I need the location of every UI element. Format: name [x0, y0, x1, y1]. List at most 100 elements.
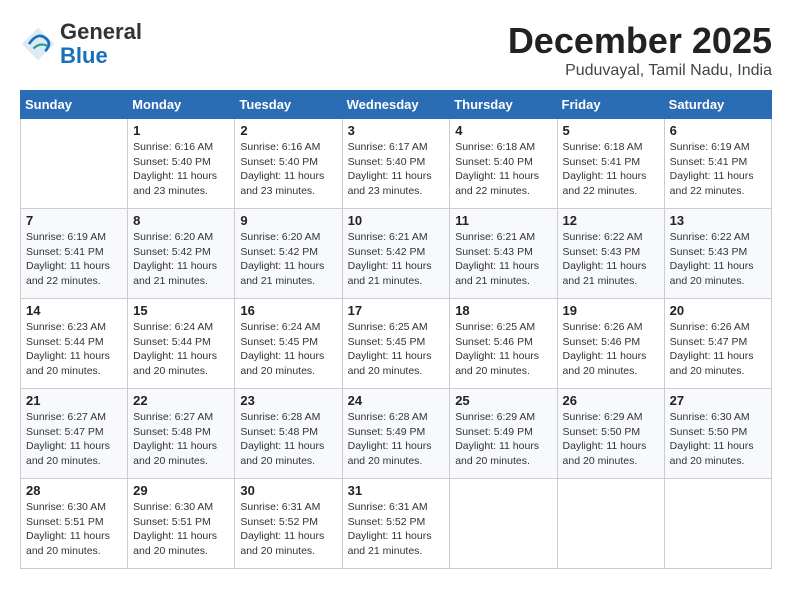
calendar-cell: 6 Sunrise: 6:19 AM Sunset: 5:41 PM Daylig…	[664, 119, 771, 209]
calendar-cell: 28 Sunrise: 6:30 AM Sunset: 5:51 PM Dayli…	[21, 479, 128, 569]
calendar-cell: 2Sunrise: 6:16 AM Sunset: 5:40 PM Daylig…	[235, 119, 342, 209]
day-number: 30	[240, 483, 336, 498]
calendar-cell: 21 Sunrise: 6:27 AM Sunset: 5:47 PM Dayli…	[21, 389, 128, 479]
logo-icon	[20, 26, 56, 62]
day-number: 27	[670, 393, 766, 408]
day-info: Sunrise: 6:21 AM Sunset: 5:42 PM Dayligh…	[348, 230, 445, 289]
day-number: 18	[455, 303, 551, 318]
day-info: Sunrise: 6:25 AM Sunset: 5:46 PM Dayligh…	[455, 320, 551, 379]
calendar-cell	[450, 479, 557, 569]
day-number: 20	[670, 303, 766, 318]
day-number: 17	[348, 303, 445, 318]
day-number: 4	[455, 123, 551, 138]
day-info: Sunrise: 6:23 AM Sunset: 5:44 PM Dayligh…	[26, 320, 122, 379]
calendar-body: 1 Sunrise: 6:16 AM Sunset: 5:40 PM Daylig…	[21, 119, 772, 569]
logo-blue: Blue	[60, 44, 142, 68]
day-info: Sunrise: 6:27 AM Sunset: 5:48 PM Dayligh…	[133, 410, 229, 469]
day-number: 6	[670, 123, 766, 138]
calendar-cell: 29Sunrise: 6:30 AM Sunset: 5:51 PM Dayli…	[128, 479, 235, 569]
day-info: Sunrise: 6:28 AM Sunset: 5:48 PM Dayligh…	[240, 410, 336, 469]
calendar-cell: 1 Sunrise: 6:16 AM Sunset: 5:40 PM Daylig…	[128, 119, 235, 209]
calendar-cell	[664, 479, 771, 569]
weekday-thursday: Thursday	[450, 91, 557, 119]
day-info: Sunrise: 6:24 AM Sunset: 5:45 PM Dayligh…	[240, 320, 336, 379]
day-info: Sunrise: 6:17 AM Sunset: 5:40 PM Dayligh…	[348, 140, 445, 199]
day-number: 28	[26, 483, 122, 498]
calendar-week-2: 7 Sunrise: 6:19 AM Sunset: 5:41 PM Daylig…	[21, 209, 772, 299]
calendar-cell: 9Sunrise: 6:20 AM Sunset: 5:42 PM Daylig…	[235, 209, 342, 299]
day-number: 22	[133, 393, 229, 408]
calendar-header: SundayMondayTuesdayWednesdayThursdayFrid…	[21, 91, 772, 119]
day-number: 11	[455, 213, 551, 228]
calendar-cell: 24 Sunrise: 6:28 AM Sunset: 5:49 PM Dayli…	[342, 389, 450, 479]
day-number: 15	[133, 303, 229, 318]
day-number: 14	[26, 303, 122, 318]
weekday-monday: Monday	[128, 91, 235, 119]
day-info: Sunrise: 6:30 AM Sunset: 5:51 PM Dayligh…	[26, 500, 122, 559]
day-info: Sunrise: 6:25 AM Sunset: 5:45 PM Dayligh…	[348, 320, 445, 379]
calendar-cell: 23Sunrise: 6:28 AM Sunset: 5:48 PM Dayli…	[235, 389, 342, 479]
day-number: 24	[348, 393, 445, 408]
calendar-cell: 7 Sunrise: 6:19 AM Sunset: 5:41 PM Daylig…	[21, 209, 128, 299]
day-number: 31	[348, 483, 445, 498]
weekday-wednesday: Wednesday	[342, 91, 450, 119]
location: Puduvayal, Tamil Nadu, India	[508, 62, 772, 80]
day-info: Sunrise: 6:26 AM Sunset: 5:47 PM Dayligh…	[670, 320, 766, 379]
weekday-saturday: Saturday	[664, 91, 771, 119]
day-info: Sunrise: 6:18 AM Sunset: 5:41 PM Dayligh…	[563, 140, 659, 199]
calendar-cell: 11 Sunrise: 6:21 AM Sunset: 5:43 PM Dayli…	[450, 209, 557, 299]
day-info: Sunrise: 6:22 AM Sunset: 5:43 PM Dayligh…	[563, 230, 659, 289]
calendar-cell: 12 Sunrise: 6:22 AM Sunset: 5:43 PM Dayli…	[557, 209, 664, 299]
day-number: 5	[563, 123, 659, 138]
calendar-cell	[557, 479, 664, 569]
day-number: 1	[133, 123, 229, 138]
calendar-cell	[21, 119, 128, 209]
calendar-cell: 19 Sunrise: 6:26 AM Sunset: 5:46 PM Dayli…	[557, 299, 664, 389]
calendar-cell: 26Sunrise: 6:29 AM Sunset: 5:50 PM Dayli…	[557, 389, 664, 479]
day-info: Sunrise: 6:19 AM Sunset: 5:41 PM Dayligh…	[670, 140, 766, 199]
calendar-week-3: 14 Sunrise: 6:23 AM Sunset: 5:44 PM Dayli…	[21, 299, 772, 389]
logo: General Blue	[20, 20, 142, 68]
day-info: Sunrise: 6:21 AM Sunset: 5:43 PM Dayligh…	[455, 230, 551, 289]
calendar-week-5: 28 Sunrise: 6:30 AM Sunset: 5:51 PM Dayli…	[21, 479, 772, 569]
calendar: SundayMondayTuesdayWednesdayThursdayFrid…	[20, 90, 772, 569]
logo-text: General Blue	[60, 20, 142, 68]
calendar-cell: 16 Sunrise: 6:24 AM Sunset: 5:45 PM Dayli…	[235, 299, 342, 389]
day-info: Sunrise: 6:19 AM Sunset: 5:41 PM Dayligh…	[26, 230, 122, 289]
day-info: Sunrise: 6:31 AM Sunset: 5:52 PM Dayligh…	[348, 500, 445, 559]
calendar-cell: 4Sunrise: 6:18 AM Sunset: 5:40 PM Daylig…	[450, 119, 557, 209]
day-info: Sunrise: 6:26 AM Sunset: 5:46 PM Dayligh…	[563, 320, 659, 379]
day-info: Sunrise: 6:22 AM Sunset: 5:43 PM Dayligh…	[670, 230, 766, 289]
calendar-cell: 13Sunrise: 6:22 AM Sunset: 5:43 PM Dayli…	[664, 209, 771, 299]
page-header: General Blue December 2025 Puduvayal, Ta…	[20, 20, 772, 80]
day-number: 7	[26, 213, 122, 228]
day-number: 29	[133, 483, 229, 498]
calendar-cell: 8Sunrise: 6:20 AM Sunset: 5:42 PM Daylig…	[128, 209, 235, 299]
calendar-cell: 10 Sunrise: 6:21 AM Sunset: 5:42 PM Dayli…	[342, 209, 450, 299]
day-info: Sunrise: 6:27 AM Sunset: 5:47 PM Dayligh…	[26, 410, 122, 469]
title-area: December 2025 Puduvayal, Tamil Nadu, Ind…	[508, 20, 772, 80]
day-number: 21	[26, 393, 122, 408]
day-info: Sunrise: 6:29 AM Sunset: 5:50 PM Dayligh…	[563, 410, 659, 469]
day-info: Sunrise: 6:28 AM Sunset: 5:49 PM Dayligh…	[348, 410, 445, 469]
logo-general: General	[60, 20, 142, 44]
day-number: 8	[133, 213, 229, 228]
day-number: 10	[348, 213, 445, 228]
day-info: Sunrise: 6:16 AM Sunset: 5:40 PM Dayligh…	[133, 140, 229, 199]
calendar-cell: 25Sunrise: 6:29 AM Sunset: 5:49 PM Dayli…	[450, 389, 557, 479]
calendar-cell: 5 Sunrise: 6:18 AM Sunset: 5:41 PM Daylig…	[557, 119, 664, 209]
calendar-cell: 22 Sunrise: 6:27 AM Sunset: 5:48 PM Dayli…	[128, 389, 235, 479]
weekday-sunday: Sunday	[21, 91, 128, 119]
day-info: Sunrise: 6:29 AM Sunset: 5:49 PM Dayligh…	[455, 410, 551, 469]
calendar-cell: 15Sunrise: 6:24 AM Sunset: 5:44 PM Dayli…	[128, 299, 235, 389]
calendar-cell: 30Sunrise: 6:31 AM Sunset: 5:52 PM Dayli…	[235, 479, 342, 569]
calendar-cell: 17 Sunrise: 6:25 AM Sunset: 5:45 PM Dayli…	[342, 299, 450, 389]
day-number: 16	[240, 303, 336, 318]
day-number: 2	[240, 123, 336, 138]
weekday-tuesday: Tuesday	[235, 91, 342, 119]
day-number: 19	[563, 303, 659, 318]
day-number: 12	[563, 213, 659, 228]
calendar-cell: 18 Sunrise: 6:25 AM Sunset: 5:46 PM Dayli…	[450, 299, 557, 389]
month-title: December 2025	[508, 20, 772, 62]
calendar-cell: 3Sunrise: 6:17 AM Sunset: 5:40 PM Daylig…	[342, 119, 450, 209]
